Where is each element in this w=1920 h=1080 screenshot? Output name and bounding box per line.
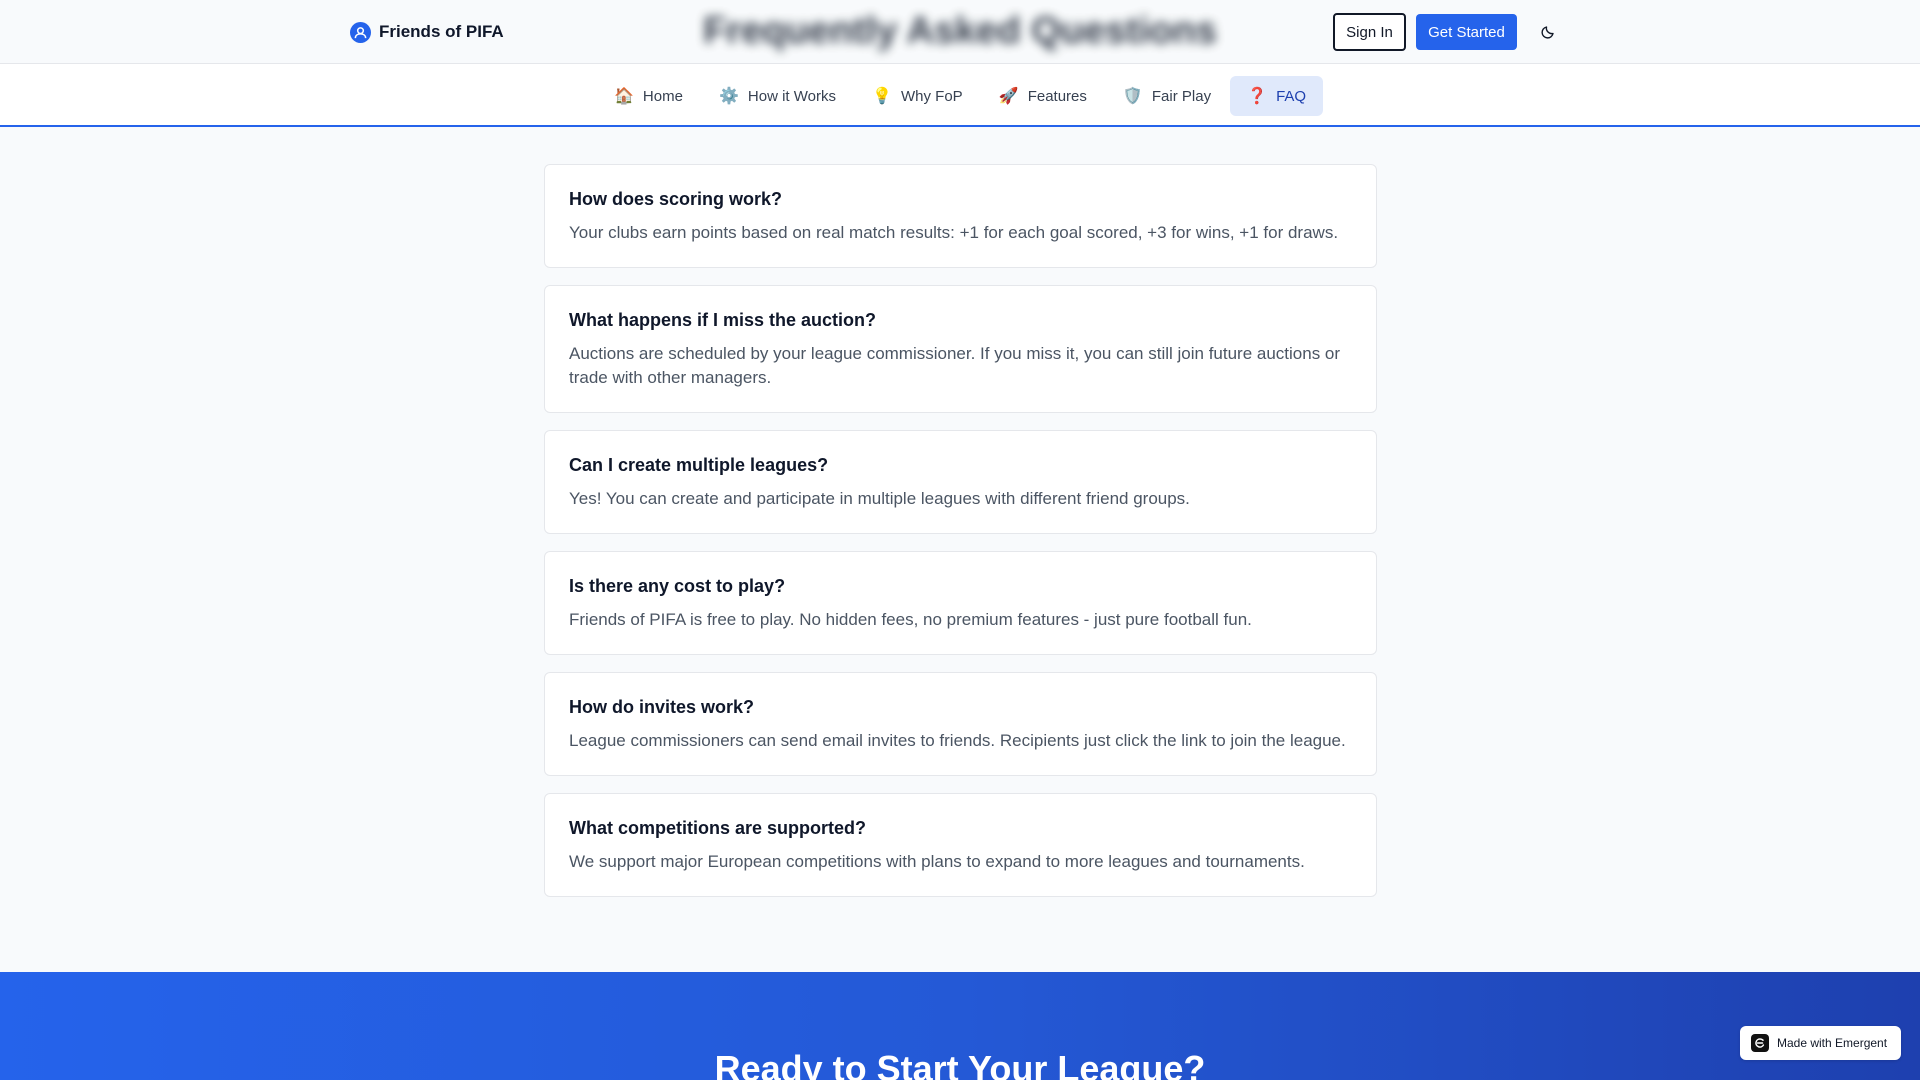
faq-item: How do invites work? League commissioner… — [544, 672, 1377, 776]
house-icon: 🏠 — [613, 88, 634, 105]
nav-item-label: How it Works — [747, 87, 836, 105]
nav-item-label: Why FoP — [901, 87, 963, 105]
lightbulb-icon: 💡 — [872, 88, 892, 105]
cta-section: Ready to Start Your League? — [0, 972, 1920, 1080]
faq-question: Is there any cost to play? — [569, 576, 786, 596]
rocket-icon: 🚀 — [998, 88, 1019, 105]
nav-item-home[interactable]: 🏠 Home — [597, 76, 700, 116]
brand-name: Friends of PIFA — [379, 22, 504, 41]
nav-item-features[interactable]: 🚀 Features — [982, 76, 1104, 116]
faq-question: What happens if I miss the auction? — [569, 310, 877, 330]
faq-item: Is there any cost to play? Friends of PI… — [544, 551, 1377, 655]
emergent-logo-icon — [1751, 1034, 1769, 1052]
page-title: Frequently Asked Questions — [703, 10, 1217, 52]
badge-label: Made with Emergent — [1777, 1036, 1888, 1050]
nav-item-fair-play[interactable]: 🛡️ Fair Play — [1106, 76, 1228, 116]
top-header: Friends of PIFA Frequently Asked Questio… — [0, 0, 1920, 64]
shield-icon: 🛡️ — [1122, 88, 1143, 105]
faq-item: What competitions are supported? We supp… — [544, 793, 1377, 897]
brand-link[interactable]: Friends of PIFA — [350, 20, 504, 44]
nav-item-label: FAQ — [1276, 87, 1307, 105]
faq-question: How does scoring work? — [569, 189, 783, 209]
faq-question: What competitions are supported? — [569, 818, 867, 838]
sign-in-button[interactable]: Sign In — [1333, 13, 1406, 51]
faq-question: How do invites work? — [569, 697, 755, 717]
faq-answer: Yes! You can create and participate in m… — [569, 489, 1190, 508]
nav-item-why-fop[interactable]: 💡 Why FoP — [855, 76, 980, 116]
nav-item-label: Features — [1027, 87, 1087, 105]
faq-list: How does scoring work? Your clubs earn p… — [544, 164, 1377, 914]
faq-answer: Your clubs earn points based on real mat… — [569, 223, 1339, 242]
faq-answer: We support major European competitions w… — [569, 852, 1305, 871]
faq-question: Can I create multiple leagues? — [569, 455, 829, 475]
faq-answer: League commissioners can send email invi… — [569, 731, 1346, 750]
made-with-emergent-badge[interactable]: Made with Emergent — [1740, 1026, 1901, 1060]
faq-item: Can I create multiple leagues? Yes! You … — [544, 430, 1377, 534]
nav-item-label: Fair Play — [1151, 87, 1212, 105]
faq-item: How does scoring work? Your clubs earn p… — [544, 164, 1377, 268]
get-started-button[interactable]: Get Started — [1416, 14, 1517, 50]
nav-item-label: Home — [642, 87, 683, 105]
users-icon — [350, 21, 371, 43]
cta-title: Ready to Start Your League? — [714, 1048, 1206, 1080]
section-nav: 🏠 Home ⚙️ How it Works 💡 Why FoP 🚀 Featu… — [0, 64, 1920, 127]
gear-icon: ⚙️ — [718, 88, 739, 105]
faq-answer: Friends of PIFA is free to play. No hidd… — [569, 610, 1252, 629]
faq-item: What happens if I miss the auction? Auct… — [544, 285, 1377, 413]
nav-item-faq[interactable]: ❓ FAQ — [1230, 76, 1324, 116]
question-icon: ❓ — [1247, 88, 1268, 105]
faq-answer: Auctions are scheduled by your league co… — [569, 344, 1341, 387]
moon-icon[interactable] — [1536, 20, 1560, 44]
nav-item-how-it-works[interactable]: ⚙️ How it Works — [702, 76, 853, 116]
